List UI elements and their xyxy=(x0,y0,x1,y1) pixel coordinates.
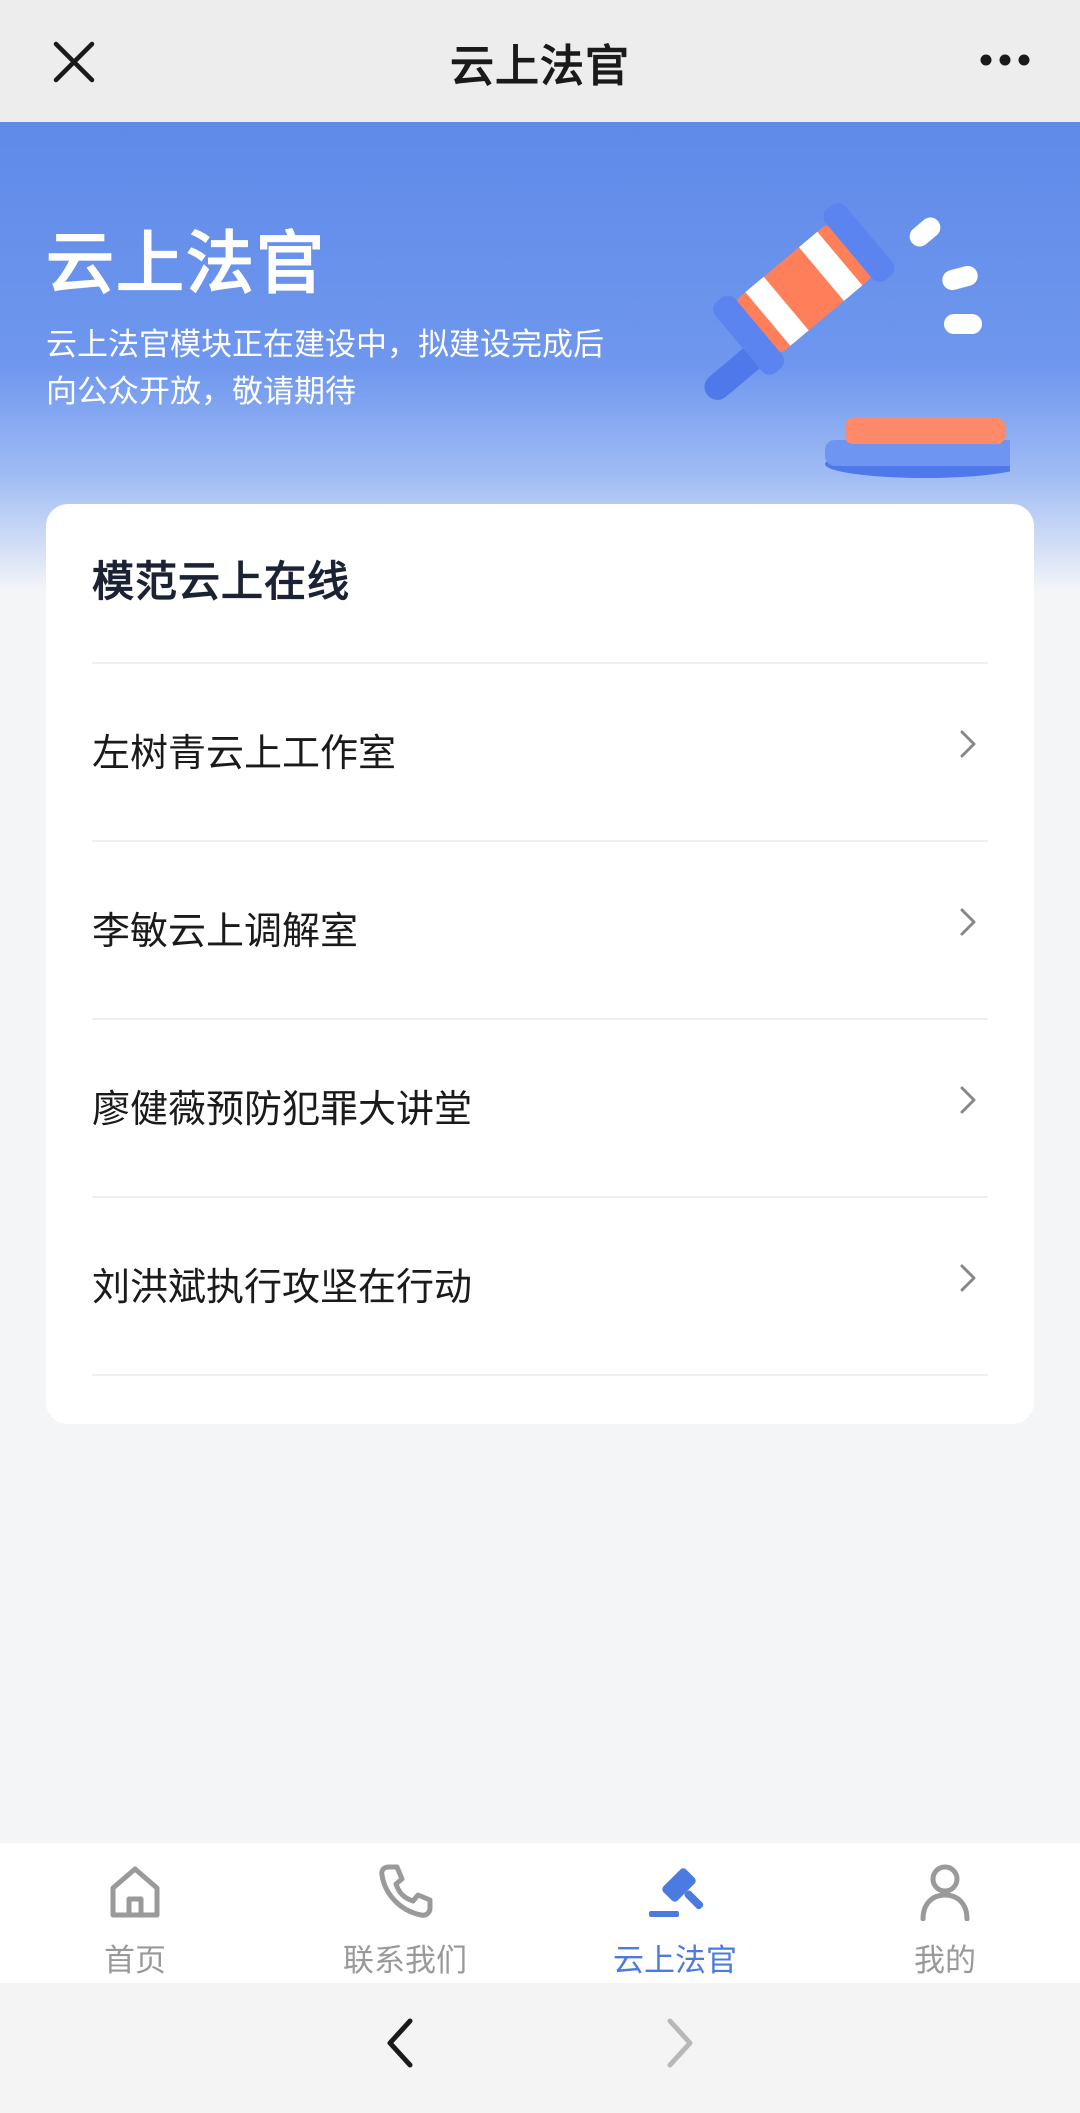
page-title: 云上法官 xyxy=(450,41,630,92)
list-item-label: 李敏云上调解室 xyxy=(92,909,359,953)
tab-cloud-judge[interactable]: 云上法官 xyxy=(540,1843,810,1983)
gavel-icon xyxy=(649,1868,704,1917)
bottom-tab-bar: 首页 联系我们 云上法官 我的 xyxy=(0,1843,1080,1983)
back-arrow-icon[interactable] xyxy=(380,2013,420,2073)
chevron-right-icon xyxy=(960,730,976,758)
list-item-liao-jianwei-lecture[interactable]: 廖健薇预防犯罪大讲堂 xyxy=(92,1020,988,1198)
user-icon xyxy=(920,1864,970,1921)
tab-label: 联系我们 xyxy=(343,1943,467,1979)
chevron-right-icon xyxy=(960,1264,976,1292)
top-bar: 云上法官 xyxy=(0,0,1080,122)
phone-icon xyxy=(379,1864,433,1918)
list-item-zuo-shuqing-studio[interactable]: 左树青云上工作室 xyxy=(92,664,988,842)
tab-home[interactable]: 首页 xyxy=(0,1843,270,1983)
browser-nav-bar xyxy=(0,1983,1080,2113)
list-item-liu-hongbin-enforcement[interactable]: 刘洪斌执行攻坚在行动 xyxy=(92,1198,988,1376)
tab-label: 云上法官 xyxy=(613,1943,737,1979)
card-title: 模范云上在线 xyxy=(92,557,351,606)
tab-contact[interactable]: 联系我们 xyxy=(270,1843,540,1983)
tab-label: 我的 xyxy=(914,1943,976,1979)
chevron-right-icon xyxy=(960,1086,976,1114)
list-item-label: 左树青云上工作室 xyxy=(92,731,397,775)
tab-label: 首页 xyxy=(104,1943,166,1979)
model-online-card: 模范云上在线 左树青云上工作室 李敏云上调解室 廖健薇预防犯罪大讲堂 刘洪斌执行… xyxy=(46,504,1034,1424)
tab-mine[interactable]: 我的 xyxy=(810,1843,1080,1983)
list-item-label: 刘洪斌执行攻坚在行动 xyxy=(92,1265,473,1309)
chevron-right-icon xyxy=(960,908,976,936)
list-item-label: 廖健薇预防犯罪大讲堂 xyxy=(92,1087,473,1131)
forward-arrow-icon[interactable] xyxy=(660,2013,700,2073)
gavel-illustration-icon xyxy=(704,202,1010,478)
list-item-li-min-mediation[interactable]: 李敏云上调解室 xyxy=(92,842,988,1020)
home-icon xyxy=(110,1866,160,1918)
hero-description: 云上法官模块正在建设中，拟建设完成后向公众开放，敬请期待 xyxy=(46,327,604,410)
more-icon[interactable] xyxy=(980,52,1030,68)
hero-title: 云上法官 xyxy=(46,225,327,304)
